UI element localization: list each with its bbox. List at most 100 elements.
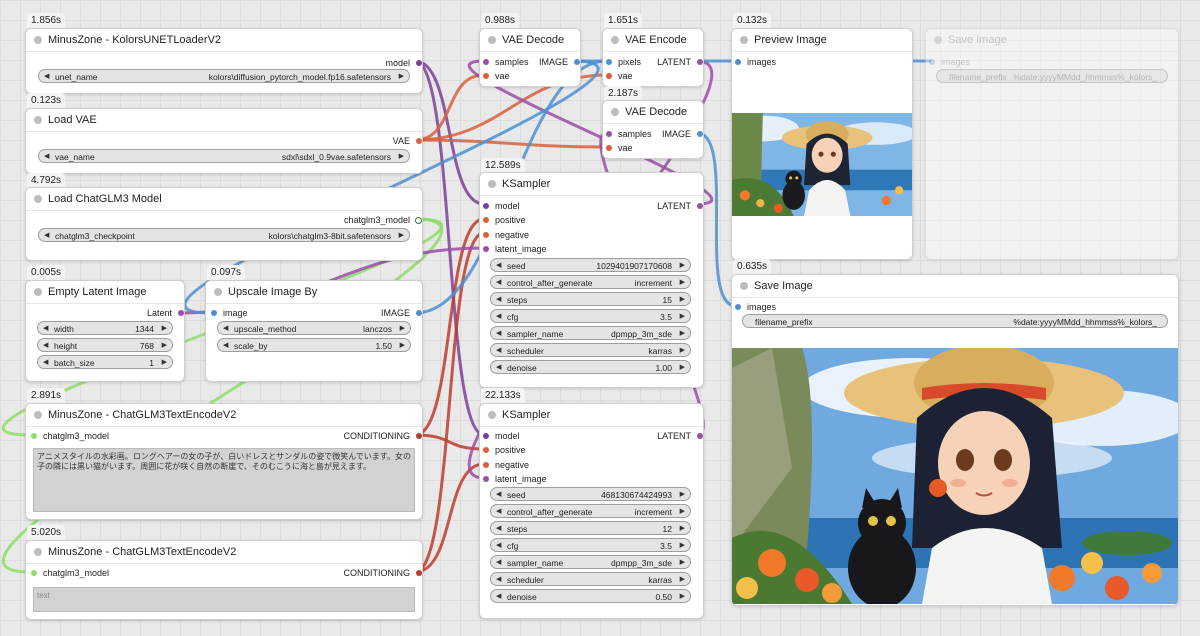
node-title[interactable]: MinusZone - ChatGLM3TextEncodeV2	[26, 541, 422, 564]
slot-dot-icon[interactable]	[606, 73, 612, 79]
slot-dot-icon[interactable]	[483, 232, 489, 238]
arrow-right-icon[interactable]: ▶	[680, 590, 685, 604]
slot-dot-icon[interactable]	[483, 59, 489, 65]
arrow-right-icon[interactable]: ▶	[680, 293, 685, 307]
combo-sampler-name[interactable]: ◀ sampler_name dpmpp_3m_sde ▶	[490, 555, 691, 569]
input-vae[interactable]: vae	[606, 141, 633, 155]
combo-scheduler[interactable]: ◀ scheduler karras ▶	[490, 343, 691, 357]
input-model[interactable]: model	[483, 429, 520, 443]
slot-dot-icon[interactable]	[31, 570, 37, 576]
collapse-dot-icon[interactable]	[740, 282, 748, 290]
arrow-left-icon[interactable]: ◀	[496, 344, 501, 358]
node-chatglm3-text-encode-1[interactable]: MinusZone - ChatGLM3TextEncodeV2 chatglm…	[25, 403, 423, 520]
node-chatglm3-text-encode-2[interactable]: MinusZone - ChatGLM3TextEncodeV2 chatglm…	[25, 540, 423, 620]
arrow-right-icon[interactable]: ▶	[400, 339, 405, 353]
slot-dot-icon[interactable]	[483, 462, 489, 468]
slot-dot-icon[interactable]	[483, 73, 489, 79]
arrow-right-icon[interactable]: ▶	[399, 150, 404, 164]
combo-scheduler[interactable]: ◀ scheduler karras ▶	[490, 572, 691, 586]
input-negative[interactable]: negative	[483, 458, 529, 472]
text-filename-prefix[interactable]: filename_prefix %date:yyyyMMdd_hhmmss%_ko…	[742, 314, 1168, 328]
collapse-dot-icon[interactable]	[488, 180, 496, 188]
number-seed[interactable]: ◀ seed 468130674424993 ▶	[490, 487, 691, 501]
slot-dot-icon[interactable]	[211, 310, 217, 316]
slot-dot-icon[interactable]	[483, 433, 489, 439]
arrow-right-icon[interactable]: ▶	[162, 339, 167, 353]
slot-dot-icon[interactable]	[735, 304, 741, 310]
node-title[interactable]: Load ChatGLM3 Model	[26, 188, 422, 211]
prompt-textarea[interactable]: アニメスタイルの水彩画。ロングヘアーの女の子が、白いドレスとサンダルの姿で微笑ん…	[33, 448, 415, 512]
input-chatglm3-model[interactable]: chatglm3_model	[31, 429, 193, 443]
node-title[interactable]: VAE Encode	[603, 29, 703, 52]
node-ksampler-2[interactable]: KSampler model positive negative latent_…	[479, 403, 704, 619]
output-conditioning[interactable]: CONDITIONING	[290, 566, 422, 580]
wire-1[interactable]	[414, 59, 485, 437]
arrow-left-icon[interactable]: ◀	[496, 310, 501, 324]
number-seed[interactable]: ◀ seed 1029401907170608 ▶	[490, 258, 691, 272]
arrow-left-icon[interactable]: ◀	[44, 150, 49, 164]
node-title[interactable]: MinusZone - ChatGLM3TextEncodeV2	[26, 404, 422, 427]
number-denoise[interactable]: ◀ denoise 1.00 ▶	[490, 360, 691, 374]
slot-dot-icon[interactable]	[606, 145, 612, 151]
number-width[interactable]: ◀ width 1344 ▶	[37, 321, 173, 335]
arrow-left-icon[interactable]: ◀	[43, 339, 48, 353]
arrow-right-icon[interactable]: ▶	[680, 556, 685, 570]
input-images[interactable]: images	[929, 55, 970, 69]
slot-dot-icon[interactable]	[178, 310, 184, 316]
text-filename-prefix[interactable]: filename_prefix %date:yyyyMMdd_hhmmss%_ko…	[936, 69, 1168, 83]
wire-9[interactable]	[414, 231, 485, 574]
collapse-dot-icon[interactable]	[34, 36, 42, 44]
node-save-image[interactable]: Save Image images filename_prefix %date:y…	[731, 274, 1179, 606]
slot-dot-icon[interactable]	[415, 217, 422, 224]
combo-chatglm3-checkpoint[interactable]: ◀ chatglm3_checkpoint kolors\chatglm3-8bit…	[38, 228, 410, 242]
input-images[interactable]: images	[735, 55, 776, 69]
arrow-right-icon[interactable]: ▶	[162, 322, 167, 336]
slot-dot-icon[interactable]	[416, 60, 422, 66]
slot-dot-icon[interactable]	[483, 217, 489, 223]
node-unet-loader[interactable]: MinusZone - KolorsUNETLoaderV2 model ◀ un…	[25, 28, 423, 94]
number-cfg[interactable]: ◀ cfg 3.5 ▶	[490, 538, 691, 552]
arrow-right-icon[interactable]: ▶	[162, 356, 167, 370]
arrow-left-icon[interactable]: ◀	[43, 322, 48, 336]
arrow-right-icon[interactable]: ▶	[680, 310, 685, 324]
input-latent-image[interactable]: latent_image	[483, 242, 547, 256]
arrow-left-icon[interactable]: ◀	[223, 322, 228, 336]
collapse-dot-icon[interactable]	[34, 411, 42, 419]
combo-vae-name[interactable]: ◀ vae_name sdxl\sdxl_0.9vae.safetensors ▶	[38, 149, 410, 163]
arrow-left-icon[interactable]: ◀	[496, 361, 501, 375]
arrow-right-icon[interactable]: ▶	[680, 573, 685, 587]
slot-dot-icon[interactable]	[697, 59, 703, 65]
collapse-dot-icon[interactable]	[34, 288, 42, 296]
slot-dot-icon[interactable]	[697, 433, 703, 439]
wire-0[interactable]	[414, 59, 485, 206]
input-images[interactable]: images	[735, 300, 776, 314]
arrow-right-icon[interactable]: ▶	[400, 322, 405, 336]
arrow-left-icon[interactable]: ◀	[43, 356, 48, 370]
arrow-left-icon[interactable]: ◀	[496, 488, 501, 502]
combo-control-after-generate[interactable]: ◀ control_after_generate increment ▶	[490, 504, 691, 518]
slot-dot-icon[interactable]	[483, 447, 489, 453]
output-image[interactable]: IMAGE	[641, 127, 703, 141]
input-vae[interactable]: vae	[483, 69, 510, 83]
number-denoise[interactable]: ◀ denoise 0.50 ▶	[490, 589, 691, 603]
node-title[interactable]: MinusZone - KolorsUNETLoaderV2	[26, 29, 422, 52]
slot-dot-icon[interactable]	[929, 59, 935, 65]
number-cfg[interactable]: ◀ cfg 3.5 ▶	[490, 309, 691, 323]
slot-dot-icon[interactable]	[606, 59, 612, 65]
node-title[interactable]: VAE Decode	[603, 101, 703, 124]
node-load-chatglm3[interactable]: Load ChatGLM3 Model chatglm3_model ◀ chat…	[25, 187, 423, 261]
wire-4[interactable]	[414, 138, 608, 149]
arrow-left-icon[interactable]: ◀	[496, 505, 501, 519]
arrow-left-icon[interactable]: ◀	[496, 327, 501, 341]
input-positive[interactable]: positive	[483, 443, 526, 457]
output-image[interactable]: IMAGE	[330, 306, 422, 320]
slot-dot-icon[interactable]	[574, 59, 580, 65]
arrow-left-icon[interactable]: ◀	[496, 539, 501, 553]
node-title[interactable]: VAE Decode	[480, 29, 580, 52]
node-title[interactable]: KSampler	[480, 173, 703, 196]
output-latent[interactable]: LATENT	[631, 429, 703, 443]
arrow-right-icon[interactable]: ▶	[680, 327, 685, 341]
slot-dot-icon[interactable]	[416, 138, 422, 144]
node-save-image-bypassed[interactable]: Save Image images filename_prefix %date:y…	[925, 28, 1179, 260]
node-vae-decode-1[interactable]: VAE Decode samples vae IMAGE	[479, 28, 581, 87]
